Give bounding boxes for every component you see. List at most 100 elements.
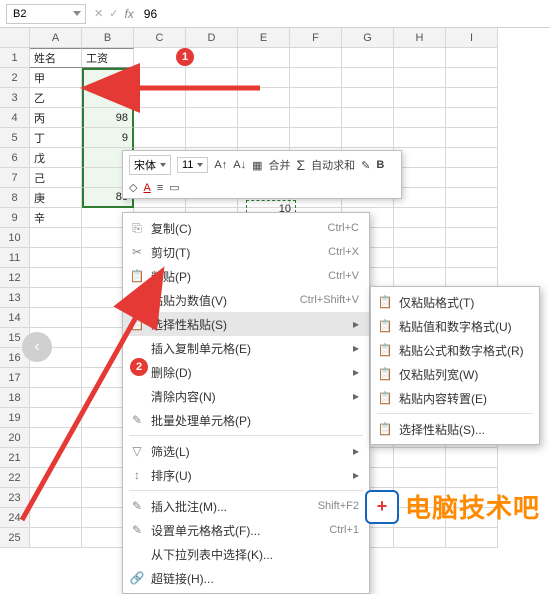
context-menu-item[interactable]: 插入复制单元格(E)▸	[123, 336, 369, 360]
fill-color-icon[interactable]: ◇	[129, 181, 137, 194]
cell[interactable]	[290, 128, 342, 148]
cell[interactable]	[446, 48, 498, 68]
cell[interactable]	[30, 448, 82, 468]
row-header[interactable]: 20	[0, 428, 30, 448]
cell[interactable]	[446, 188, 498, 208]
row-header[interactable]: 22	[0, 468, 30, 488]
cell[interactable]	[446, 448, 498, 468]
cell[interactable]	[30, 228, 82, 248]
row-header[interactable]: 3	[0, 88, 30, 108]
font-select[interactable]: 宋体	[129, 155, 171, 175]
cell[interactable]	[134, 68, 186, 88]
row-header[interactable]: 25	[0, 528, 30, 548]
cell[interactable]	[30, 308, 82, 328]
col-header[interactable]: A	[30, 28, 82, 48]
cell[interactable]: 乙	[30, 88, 82, 108]
cell[interactable]	[134, 108, 186, 128]
row-header[interactable]: 18	[0, 388, 30, 408]
cell[interactable]	[134, 128, 186, 148]
cell[interactable]	[446, 528, 498, 548]
submenu-item[interactable]: 📋选择性粘贴(S)...	[371, 417, 539, 441]
cell[interactable]: 甲	[30, 68, 82, 88]
row-header[interactable]: 4	[0, 108, 30, 128]
row-header[interactable]: 13	[0, 288, 30, 308]
cell[interactable]	[30, 288, 82, 308]
cell[interactable]: 丙	[30, 108, 82, 128]
align-icon[interactable]: ≡	[157, 182, 163, 194]
col-header[interactable]: F	[290, 28, 342, 48]
cell[interactable]	[394, 528, 446, 548]
submenu-item[interactable]: 📋粘贴公式和数字格式(R)	[371, 338, 539, 362]
row-header[interactable]: 24	[0, 508, 30, 528]
cell[interactable]	[446, 148, 498, 168]
context-menu-item[interactable]: ⎘复制(C)Ctrl+C	[123, 216, 369, 240]
cell[interactable]	[446, 228, 498, 248]
cell[interactable]	[394, 208, 446, 228]
name-box[interactable]: B2	[6, 4, 86, 24]
col-header[interactable]: D	[186, 28, 238, 48]
cell[interactable]	[446, 468, 498, 488]
bold-icon[interactable]: B	[376, 159, 384, 171]
cell[interactable]	[394, 228, 446, 248]
cell-format-icon[interactable]: ▭	[169, 181, 179, 194]
row-header[interactable]: 7	[0, 168, 30, 188]
context-menu-item[interactable]: 📋粘贴(P)Ctrl+V	[123, 264, 369, 288]
cell[interactable]	[342, 68, 394, 88]
cell[interactable]	[238, 128, 290, 148]
cell[interactable]	[446, 168, 498, 188]
cell[interactable]	[186, 108, 238, 128]
row-header[interactable]: 16	[0, 348, 30, 368]
cell[interactable]	[394, 108, 446, 128]
col-header[interactable]: I	[446, 28, 498, 48]
cell[interactable]	[446, 208, 498, 228]
row-header[interactable]: 19	[0, 408, 30, 428]
cell[interactable]	[30, 328, 82, 348]
decrease-font-icon[interactable]: A↓	[233, 159, 246, 171]
cell[interactable]: 96	[82, 68, 134, 88]
col-header[interactable]: H	[394, 28, 446, 48]
cell[interactable]	[342, 48, 394, 68]
context-menu-item[interactable]: ↕排序(U)▸	[123, 463, 369, 487]
cell[interactable]: 98	[82, 108, 134, 128]
cell[interactable]	[238, 68, 290, 88]
size-select[interactable]: 11	[177, 157, 208, 173]
row-header[interactable]: 1	[0, 48, 30, 68]
row-header[interactable]: 12	[0, 268, 30, 288]
cell[interactable]	[342, 128, 394, 148]
cell[interactable]	[394, 48, 446, 68]
cell[interactable]: 辛	[30, 208, 82, 228]
row-header[interactable]: 14	[0, 308, 30, 328]
select-all-corner[interactable]	[0, 28, 30, 48]
cell[interactable]	[342, 108, 394, 128]
cell[interactable]	[238, 108, 290, 128]
cell[interactable]	[30, 248, 82, 268]
context-menu-item[interactable]: ▽筛选(L)▸	[123, 439, 369, 463]
cell[interactable]: 戊	[30, 148, 82, 168]
cell[interactable]	[30, 468, 82, 488]
confirm-icon[interactable]: ✓	[109, 7, 118, 20]
row-header[interactable]: 9	[0, 208, 30, 228]
context-menu-item[interactable]: 清除内容(N)▸	[123, 384, 369, 408]
col-header[interactable]: C	[134, 28, 186, 48]
cell[interactable]	[394, 68, 446, 88]
cell[interactable]	[30, 408, 82, 428]
context-menu-item[interactable]: 删除(D)▸	[123, 360, 369, 384]
col-header[interactable]: B	[82, 28, 134, 48]
context-menu-item[interactable]: 📋选择性粘贴(S)▸	[123, 312, 369, 336]
row-header[interactable]: 23	[0, 488, 30, 508]
cell[interactable]	[290, 108, 342, 128]
col-header[interactable]: E	[238, 28, 290, 48]
submenu-item[interactable]: 📋仅粘贴列宽(W)	[371, 362, 539, 386]
increase-font-icon[interactable]: A↑	[214, 159, 227, 171]
cell[interactable]	[30, 368, 82, 388]
cell[interactable]	[30, 388, 82, 408]
submenu-item[interactable]: 📋粘贴内容转置(E)	[371, 386, 539, 410]
spreadsheet-grid[interactable]: A B C D E F G H I	[0, 28, 550, 48]
context-menu-item[interactable]: ✂剪切(T)Ctrl+X	[123, 240, 369, 264]
cell[interactable]: 工资	[82, 48, 134, 68]
cell[interactable]: 己	[30, 168, 82, 188]
cell[interactable]: 庚	[30, 188, 82, 208]
cell[interactable]	[30, 428, 82, 448]
cell[interactable]	[238, 48, 290, 68]
cancel-icon[interactable]: ✕	[94, 7, 103, 20]
